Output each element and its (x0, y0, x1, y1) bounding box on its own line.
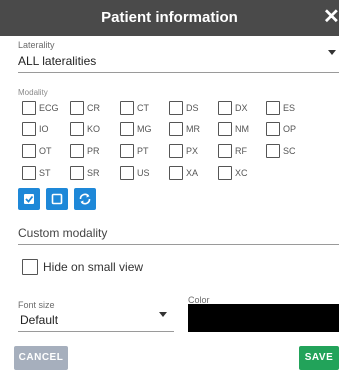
custom-modality-input[interactable]: Custom modality (18, 226, 107, 240)
modality-checkbox[interactable]: PT (120, 144, 164, 158)
modality-checkbox[interactable]: MG (120, 122, 164, 136)
modality-checkbox[interactable]: DS (169, 101, 213, 115)
modality-checkbox-label: DX (235, 103, 248, 113)
checkbox-square[interactable] (169, 166, 183, 180)
modality-checkbox[interactable]: XA (169, 166, 213, 180)
checkbox-square[interactable] (169, 101, 183, 115)
font-size-underline (18, 331, 174, 332)
modality-checkbox-label: MR (186, 124, 200, 134)
modality-checkbox[interactable]: SC (266, 144, 310, 158)
checkbox-square[interactable] (120, 122, 134, 136)
modality-checkbox-label: KO (87, 124, 101, 134)
color-swatch[interactable] (188, 304, 339, 332)
modality-checkbox[interactable]: CT (120, 101, 164, 115)
hide-on-small-view-label: Hide on small view (43, 260, 144, 274)
checkbox-square[interactable] (22, 144, 36, 158)
modality-checkbox-label: ECG (39, 103, 59, 113)
modality-checkbox[interactable]: NM (218, 122, 262, 136)
checkbox-square[interactable] (22, 166, 36, 180)
modality-checkbox-label: US (137, 168, 150, 178)
modality-checkbox[interactable]: US (120, 166, 164, 180)
modality-checkbox[interactable]: OP (266, 122, 310, 136)
modality-checkbox-label: SR (87, 168, 100, 178)
checkbox-square[interactable] (120, 166, 134, 180)
modality-checkbox[interactable]: CR (70, 101, 114, 115)
modality-checkbox-label: OT (39, 146, 52, 156)
chevron-down-icon (159, 312, 167, 317)
modality-checkbox[interactable]: ECG (22, 101, 66, 115)
dialog-title: Patient information (101, 9, 238, 26)
checkbox-square[interactable] (70, 144, 84, 158)
modality-checkbox-label: CT (137, 103, 149, 113)
checkbox-square[interactable] (70, 166, 84, 180)
select-all-button[interactable] (18, 188, 40, 210)
modality-checkbox-label: XC (235, 168, 248, 178)
font-size-label: Font size (18, 300, 55, 310)
font-size-select[interactable]: Font size Default (18, 300, 174, 330)
laterality-select[interactable]: Laterality ALL lateralities (18, 40, 339, 70)
laterality-underline (18, 72, 339, 73)
checkbox-square[interactable] (218, 122, 232, 136)
hide-on-small-view-checkbox[interactable] (22, 259, 38, 275)
modality-checkbox-label: RF (235, 146, 247, 156)
modality-checkbox[interactable]: DX (218, 101, 262, 115)
save-button[interactable]: SAVE (299, 346, 339, 370)
invert-selection-icon (79, 193, 91, 205)
modality-checkbox[interactable]: SR (70, 166, 114, 180)
dialog-title-bar: Patient information ✕ (0, 0, 339, 36)
deselect-all-button[interactable] (46, 188, 68, 210)
modality-checkbox[interactable]: PR (70, 144, 114, 158)
chevron-down-icon (328, 50, 336, 55)
modality-checkbox-label: ES (283, 103, 296, 113)
modality-checkbox-label: CR (87, 103, 100, 113)
checkbox-square[interactable] (120, 144, 134, 158)
modality-checkbox-label: DS (186, 103, 199, 113)
modality-checkbox-label: XA (186, 168, 199, 178)
modality-checkbox-label: ST (39, 168, 51, 178)
modality-checkbox[interactable]: PX (169, 144, 213, 158)
modality-checkbox-label: OP (283, 124, 297, 134)
checkbox-square[interactable] (266, 144, 280, 158)
checkbox-square[interactable] (218, 144, 232, 158)
modality-checkbox-label: IO (39, 124, 49, 134)
checkbox-square[interactable] (120, 101, 134, 115)
uncheck-all-icon (51, 193, 63, 205)
checkbox-square[interactable] (22, 122, 36, 136)
font-size-value: Default (20, 313, 59, 327)
close-icon[interactable]: ✕ (323, 6, 339, 28)
modality-checkbox-label: MG (137, 124, 152, 134)
checkbox-square[interactable] (266, 122, 280, 136)
checkbox-square[interactable] (22, 101, 36, 115)
invert-selection-button[interactable] (74, 188, 96, 210)
checkbox-square[interactable] (218, 101, 232, 115)
check-all-icon (24, 194, 34, 204)
modality-checkbox[interactable]: IO (22, 122, 66, 136)
custom-modality-underline (18, 244, 339, 245)
checkbox-square[interactable] (218, 166, 232, 180)
modality-checkbox[interactable]: OT (22, 144, 66, 158)
modality-checkbox-label: PR (87, 146, 100, 156)
laterality-value: ALL lateralities (18, 54, 97, 68)
checkbox-square[interactable] (70, 122, 84, 136)
checkbox-square[interactable] (70, 101, 84, 115)
modality-checkbox[interactable]: RF (218, 144, 262, 158)
modality-checkbox-label: PT (137, 146, 149, 156)
checkbox-square[interactable] (169, 122, 183, 136)
laterality-label: Laterality (18, 40, 55, 50)
checkbox-square[interactable] (169, 144, 183, 158)
modality-checkbox[interactable]: MR (169, 122, 213, 136)
modality-label: Modality (18, 88, 48, 97)
modality-checkbox[interactable]: ES (266, 101, 310, 115)
modality-checkbox-label: PX (186, 146, 199, 156)
modality-checkbox[interactable]: KO (70, 122, 114, 136)
cancel-button[interactable]: CANCEL (14, 346, 68, 370)
modality-checkbox-label: SC (283, 146, 296, 156)
modality-checkbox[interactable]: ST (22, 166, 66, 180)
checkbox-square[interactable] (266, 101, 280, 115)
modality-checkbox[interactable]: XC (218, 166, 262, 180)
modality-checkbox-label: NM (235, 124, 249, 134)
